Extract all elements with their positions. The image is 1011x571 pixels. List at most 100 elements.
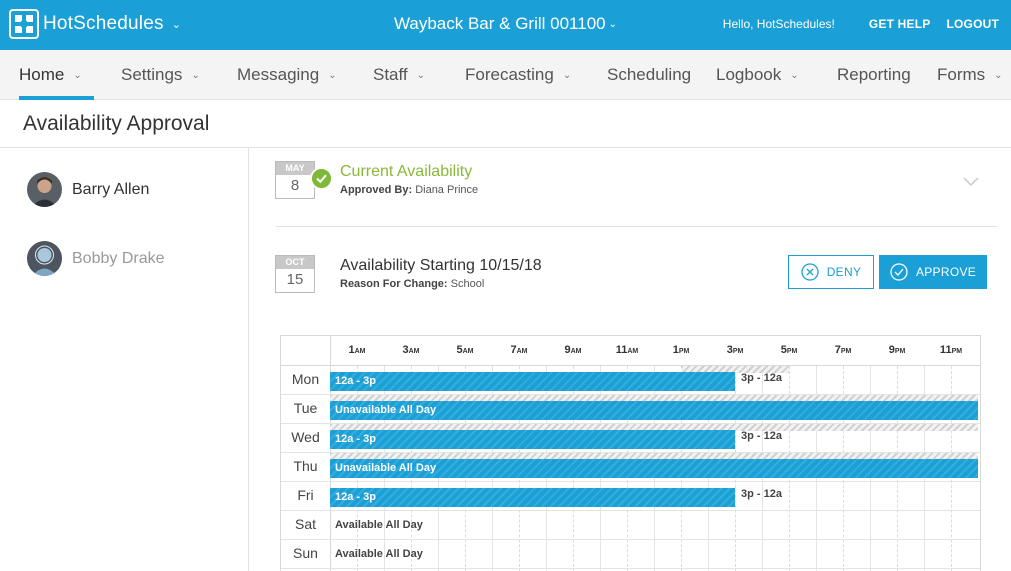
time-label: 1PM (673, 344, 690, 356)
time-label: 5PM (781, 344, 798, 356)
nav-label: Forecasting (465, 65, 554, 84)
time-label-ampm: PM (951, 348, 963, 355)
chevron-down-icon: ⌄ (608, 19, 618, 30)
employee-name: Bobby Drake (72, 249, 165, 267)
day-label: Wed (291, 429, 320, 445)
current-availability-title: Current Availability (340, 163, 473, 180)
chevron-down-icon: ⌄ (994, 70, 1003, 81)
time-label-ampm: PM (732, 348, 744, 355)
time-label: 7AM (510, 344, 527, 356)
nav-label: Logbook (716, 65, 782, 84)
active-tab-indicator (19, 96, 94, 100)
time-label-ampm: PM (786, 348, 798, 355)
top-bar: HotSchedules ⌄ Wayback Bar & Grill 00110… (0, 0, 1011, 50)
nav-label: Settings (121, 65, 183, 84)
date-day: 8 (290, 177, 300, 194)
proposed-unavailable-bar: 12a - 3p (330, 488, 735, 507)
grid-header-divider (281, 365, 980, 366)
day-label: Sat (294, 516, 316, 532)
day-label: Tue (293, 400, 318, 416)
approved-by-label: Approved By: (340, 184, 413, 196)
deny-x-icon (801, 263, 819, 281)
nav-label: Forms (937, 65, 986, 84)
chevron-down-icon: ⌄ (328, 70, 337, 81)
approve-check-icon (890, 263, 908, 281)
proposed-unavailable-bar: 12a - 3p (330, 430, 735, 449)
nav-reporting[interactable]: Reporting (837, 65, 911, 85)
approver-name: Diana Prince (415, 184, 479, 196)
date-month: MAY (276, 162, 314, 175)
request-date-block: OCT 15 (275, 255, 315, 293)
time-label: 5AM (456, 344, 473, 356)
time-label-ampm: AM (462, 348, 474, 355)
chevron-down-icon: ⌄ (191, 70, 200, 81)
deny-label: DENY (826, 265, 862, 279)
date-month: OCT (276, 256, 314, 269)
nav-messaging[interactable]: Messaging ⌄ (237, 65, 337, 85)
day-label: Mon (291, 371, 320, 387)
employee-name: Barry Allen (72, 180, 150, 198)
grid-row-divider (281, 481, 980, 482)
time-label-hour: 11 (615, 344, 628, 356)
time-label: 9PM (889, 344, 906, 356)
reason-value: School (450, 278, 485, 290)
nav-label: Staff (373, 65, 408, 84)
nav-scheduling[interactable]: Scheduling (607, 65, 691, 85)
time-label: 11PM (940, 344, 962, 356)
time-label: 3PM (727, 344, 744, 356)
time-label-ampm: AM (408, 348, 420, 355)
grid-row-divider (281, 510, 980, 511)
current-availability-segment: 3p - 12a (741, 372, 782, 384)
current-availability-segment: 3p - 12a (741, 488, 782, 500)
nav-logbook[interactable]: Logbook ⌄ (716, 65, 799, 85)
availability-grid: 1AM 3AM 5AM 7AM 9AM 11AM 1PM 3PM 5PM 7PM 9PM 11PM Mo… (280, 335, 981, 571)
chevron-down-icon: ⌄ (416, 70, 426, 81)
employee-list: Barry Allen Bobby Drake (0, 148, 249, 571)
nav-home[interactable]: Home ⌄ (19, 65, 82, 85)
proposed-unavailable-bar: Unavailable All Day (330, 459, 978, 478)
get-help-link[interactable]: GET HELP (869, 17, 931, 31)
approve-label: APPROVE (915, 265, 977, 279)
reason-label: Reason For Change: (340, 278, 448, 290)
employee-item[interactable]: Barry Allen (27, 172, 149, 207)
nav-label: Scheduling (607, 65, 692, 84)
date-day: 15 (286, 271, 304, 288)
logout-link[interactable]: LOGOUT (946, 17, 999, 31)
time-label: 3AM (402, 344, 419, 356)
page-title: Availability Approval (23, 112, 210, 135)
chevron-down-icon[interactable] (962, 175, 980, 187)
chevron-down-icon: ⌄ (790, 70, 799, 81)
proposed-unavailable-bar: 12a - 3p (330, 372, 735, 391)
avatar (27, 172, 62, 207)
time-label: 7PM (835, 344, 852, 356)
time-label-ampm: PM (894, 348, 906, 355)
employee-item[interactable]: Bobby Drake (27, 241, 165, 276)
grid-row-divider (281, 568, 980, 569)
main-nav: Home ⌄ Settings ⌄ Messaging ⌄ Staff ⌄ Foreca… (0, 50, 1011, 100)
user-greeting: Hello, HotSchedules! (722, 17, 835, 31)
time-label: 9AM (564, 344, 581, 356)
time-label-ampm: AM (354, 348, 366, 355)
nav-settings[interactable]: Settings ⌄ (121, 65, 200, 85)
approve-button[interactable]: APPROVE (879, 255, 987, 289)
nav-forms[interactable]: Forms ⌄ (937, 65, 1003, 85)
available-all-day-label: Available All Day (335, 548, 423, 560)
day-label: Fri (297, 487, 314, 503)
chevron-down-icon: ⌄ (562, 70, 572, 81)
time-label-ampm: PM (678, 348, 690, 355)
current-date-block: MAY 8 (275, 161, 315, 199)
request-title: Availability Starting 10/15/18 (340, 257, 542, 274)
time-label: 1AM (348, 344, 365, 356)
chevron-down-icon: ⌄ (73, 70, 82, 81)
nav-forecasting[interactable]: Forecasting ⌄ (465, 65, 571, 85)
time-label-hour: 11 (939, 344, 952, 356)
nav-staff[interactable]: Staff ⌄ (373, 65, 425, 85)
deny-button[interactable]: DENY (788, 255, 874, 289)
avatar (27, 241, 62, 276)
time-label-ampm: PM (840, 348, 852, 355)
divider (276, 226, 997, 227)
reason-for-change: Reason For Change: School (340, 278, 484, 290)
current-availability-segment: 3p - 12a (741, 430, 782, 442)
store-name: Wayback Bar & Grill 001100 (393, 14, 606, 33)
day-label: Sun (293, 545, 318, 561)
